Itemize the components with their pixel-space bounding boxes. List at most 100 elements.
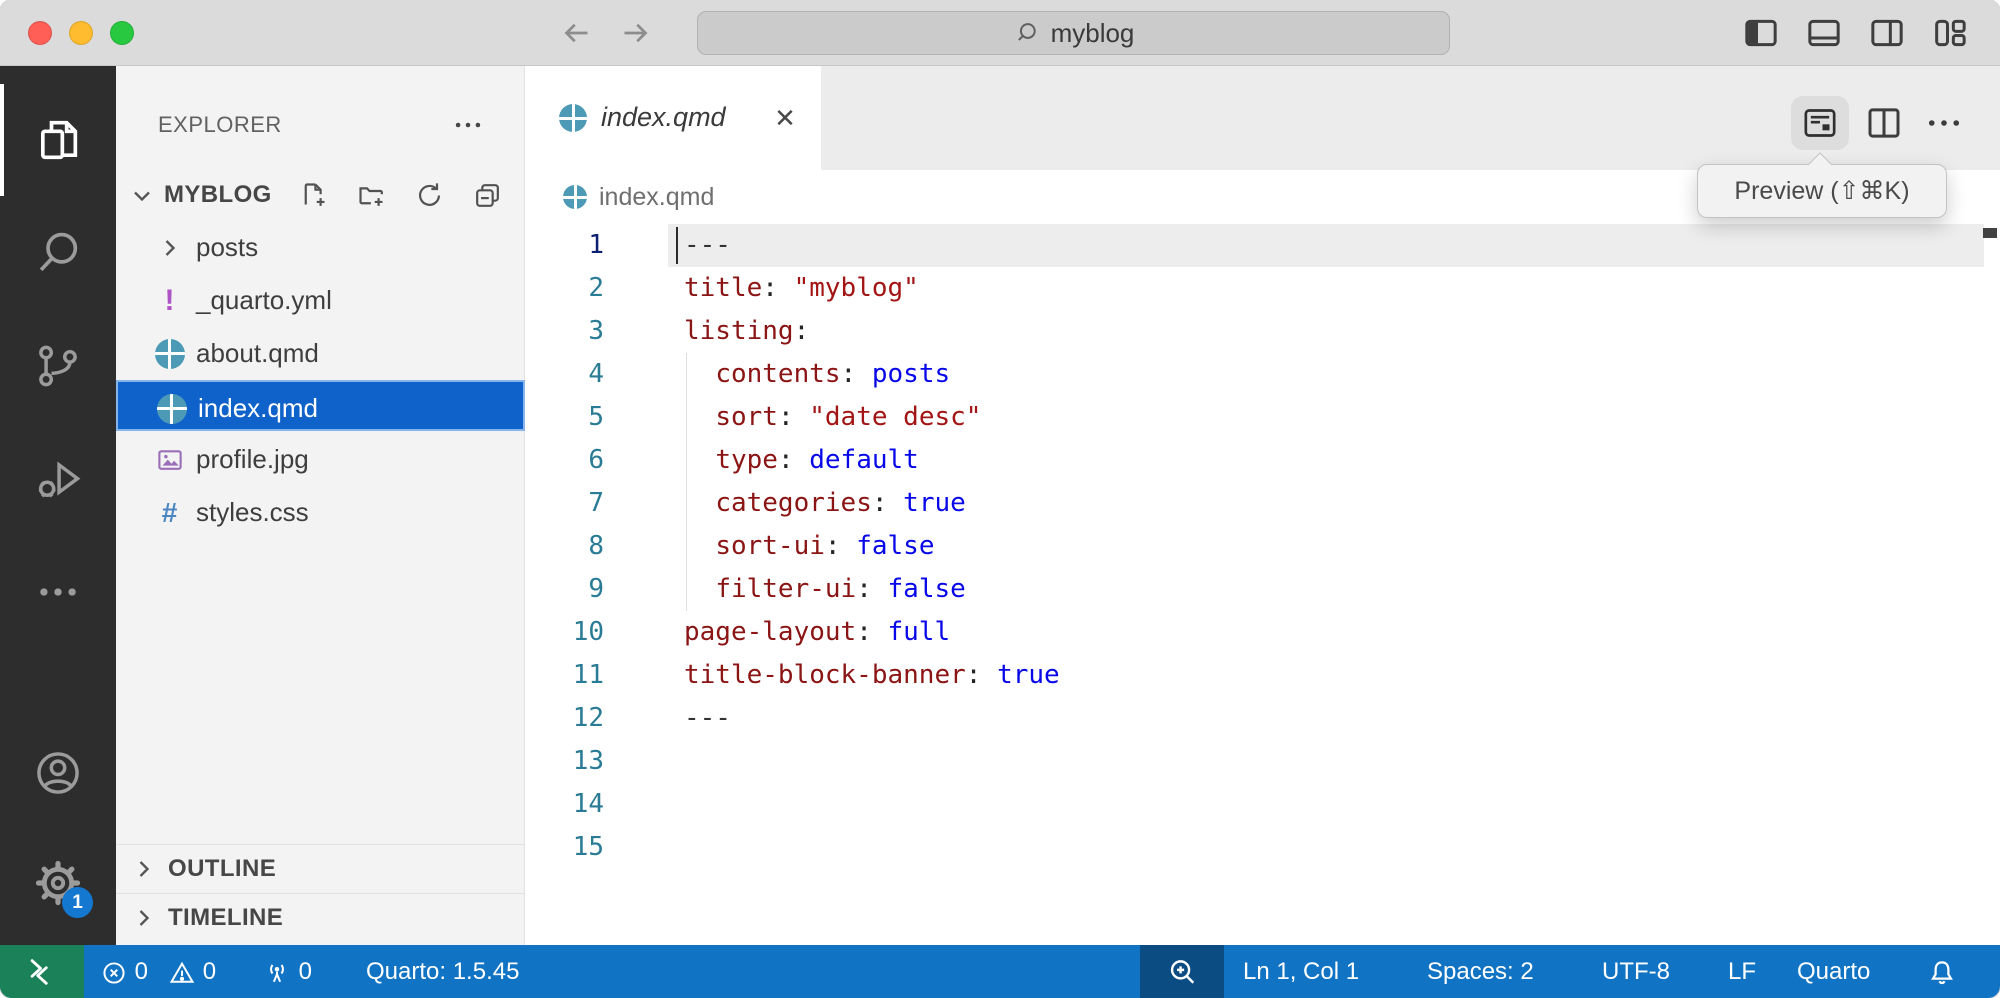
command-center-label: myblog [1051, 18, 1135, 49]
errors-icon [100, 959, 128, 987]
explorer-more-actions-button[interactable] [446, 110, 490, 140]
remote-indicator[interactable] [0, 945, 84, 998]
eol-status[interactable]: LF [1728, 945, 1756, 998]
cursor-position-status[interactable]: Ln 1, Col 1 [1243, 945, 1359, 998]
new-folder-icon[interactable] [356, 180, 387, 211]
fullscreen-window-button[interactable] [110, 21, 134, 45]
search-icon [32, 227, 84, 279]
workspace-section-header[interactable]: MYBLOG [116, 170, 525, 221]
code-text: --- [684, 697, 731, 740]
settings-badge: 1 [62, 887, 93, 918]
language-mode-status[interactable]: Quarto [1797, 945, 1870, 998]
tree-item-label: posts [196, 221, 258, 274]
code-line-6: 6 type: default [525, 439, 1984, 482]
section-header-outline[interactable]: OUTLINE [116, 844, 525, 892]
line-number: 13 [525, 740, 604, 783]
tree-item-profile-jpg[interactable]: profile.jpg [116, 433, 525, 486]
line-number: 8 [525, 525, 604, 568]
explorer-files-icon [32, 114, 84, 166]
tree-item-quarto-yml[interactable]: !_quarto.yml [116, 274, 525, 327]
code-line-5: 5 sort: "date desc" [525, 396, 1984, 439]
forward-arrow-icon[interactable] [617, 15, 653, 51]
line-number: 11 [525, 654, 604, 697]
explorer-title: EXPLORER [158, 112, 282, 138]
tab-strip: index.qmd ✕ [525, 66, 2000, 170]
line-number: 7 [525, 482, 604, 525]
line-number: 10 [525, 611, 604, 654]
sidebar-item-run-debug[interactable] [0, 423, 116, 535]
ellipsis-icon [451, 108, 485, 142]
split-editor-icon[interactable] [1863, 102, 1905, 144]
tab-label: index.qmd [601, 102, 726, 133]
tree-item-styles-css[interactable]: #styles.css [116, 486, 525, 539]
chevron-right-icon [130, 904, 158, 932]
code-line-14: 14 [525, 783, 1984, 826]
title-bar: myblog [0, 0, 2000, 66]
tab-index-qmd[interactable]: index.qmd ✕ [525, 66, 821, 170]
code-line-2: 2title: "myblog" [525, 267, 1984, 310]
customize-layout-icon[interactable] [1930, 13, 1970, 53]
line-number: 3 [525, 310, 604, 353]
account-icon [32, 747, 84, 799]
refresh-icon[interactable] [414, 180, 445, 211]
minimize-window-button[interactable] [69, 21, 93, 45]
tree-item-about-qmd[interactable]: about.qmd [116, 327, 525, 380]
code-line-7: 7 categories: true [525, 482, 1984, 525]
line-number: 5 [525, 396, 604, 439]
zoom-indicator[interactable] [1140, 945, 1224, 998]
broadcast-icon [262, 958, 292, 988]
settings-button[interactable] [0, 827, 116, 939]
ports-status[interactable]: 0 [262, 945, 312, 998]
accounts-button[interactable] [0, 717, 116, 829]
quarto-version-status[interactable]: Quarto: 1.5.45 [366, 945, 519, 998]
zoom-in-icon [1165, 955, 1199, 989]
preview-icon [1800, 103, 1840, 143]
line-number: 4 [525, 353, 604, 396]
activity-bar: 1 [0, 66, 116, 945]
command-center-search[interactable]: myblog [697, 11, 1450, 55]
bell-icon [1926, 957, 1958, 989]
vscode-window: myblog 1 [0, 0, 2000, 998]
warnings-count: 0 [203, 958, 216, 985]
sidebar-item-explorer[interactable] [0, 84, 116, 196]
status-bar: 0 0 0 Quarto: 1.5.45 Ln 1, Col 1 Spaces:… [0, 945, 2000, 998]
code-text: filter-ui: false [684, 568, 966, 611]
sidebar-item-search[interactable] [0, 197, 116, 309]
preview-button[interactable] [1791, 96, 1849, 150]
close-window-button[interactable] [28, 21, 52, 45]
toggle-panel-icon[interactable] [1804, 13, 1844, 53]
code-text: contents: posts [684, 353, 950, 396]
close-tab-icon[interactable]: ✕ [767, 100, 803, 136]
code-text: listing: [684, 310, 809, 353]
back-arrow-icon[interactable] [559, 15, 595, 51]
new-file-icon[interactable] [298, 180, 329, 211]
code-line-12: 12--- [525, 697, 1984, 740]
code-editor[interactable]: 1---2title: "myblog"3listing:4 contents:… [525, 224, 2000, 945]
chevron-right-icon [156, 234, 184, 262]
toggle-secondary-sidebar-icon[interactable] [1867, 13, 1907, 53]
indentation-status[interactable]: Spaces: 2 [1427, 945, 1534, 998]
remote-icon [25, 955, 59, 989]
toggle-primary-sidebar-icon[interactable] [1741, 13, 1781, 53]
editor-more-actions-icon[interactable] [1923, 102, 1965, 144]
section-header-timeline[interactable]: TIMELINE [116, 893, 525, 941]
code-text: --- [684, 224, 731, 267]
code-text: type: default [684, 439, 919, 482]
collapse-folders-icon[interactable] [472, 180, 503, 211]
code-line-8: 8 sort-ui: false [525, 525, 1984, 568]
tree-item-index-qmd[interactable]: index.qmd [116, 380, 525, 431]
code-line-10: 10page-layout: full [525, 611, 1984, 654]
line-number: 15 [525, 826, 604, 869]
code-text: categories: true [684, 482, 966, 525]
tree-item-label: profile.jpg [196, 433, 309, 486]
sidebar-item-source-control[interactable] [0, 310, 116, 422]
source-control-icon [32, 340, 84, 392]
section-label: TIMELINE [168, 904, 283, 932]
section-label: OUTLINE [168, 855, 276, 883]
notifications-button[interactable] [1926, 945, 1958, 998]
problems-status[interactable]: 0 0 [100, 945, 216, 998]
line-number: 9 [525, 568, 604, 611]
tree-item-posts[interactable]: posts [116, 221, 525, 274]
encoding-status[interactable]: UTF-8 [1602, 945, 1670, 998]
sidebar-item-more-views[interactable] [0, 536, 116, 648]
